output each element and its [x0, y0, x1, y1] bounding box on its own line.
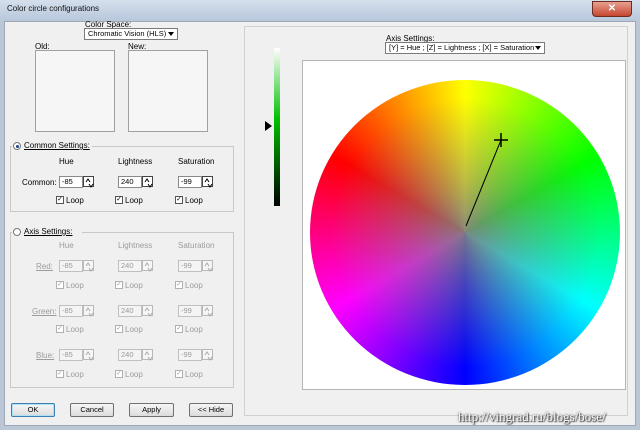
common-header-lightness: Lightness — [118, 157, 153, 166]
window-title: Color circle configurations — [7, 4, 100, 13]
loop-label: Loop — [66, 196, 84, 205]
wheel-cursor-overlay — [465, 133, 508, 227]
axis-blue-lightness-input[interactable]: 240 — [118, 349, 142, 361]
axis-red-lightness-input[interactable]: 240 — [118, 260, 142, 272]
close-button[interactable]: ✕ — [592, 1, 632, 17]
common-hue-loop-checkbox[interactable]: ✓ — [56, 196, 64, 204]
color-space-value: Chromatic Vision (HLS) — [88, 29, 167, 38]
loop-label: Loop — [125, 325, 143, 334]
spin-stepper-icon[interactable] — [202, 305, 213, 317]
spin-stepper-icon[interactable] — [142, 260, 153, 272]
wheel-axis-value: [Y] = Hue ; [Z] = Lightness ; [X] = Satu… — [389, 43, 535, 52]
loop-label: Loop — [185, 196, 203, 205]
axis-green-lightness-loop-checkbox[interactable]: ✓ — [115, 325, 123, 333]
lightness-gradient-bar[interactable] — [274, 48, 280, 206]
loop-label: Loop — [185, 281, 203, 290]
axis-settings-label[interactable]: Axis Settings: — [24, 227, 72, 236]
loop-label: Loop — [185, 325, 203, 334]
loop-label: Loop — [66, 325, 84, 334]
loop-label: Loop — [125, 281, 143, 290]
axis-red-hue-loop-checkbox[interactable]: ✓ — [56, 281, 64, 289]
axis-green-hue-loop-checkbox[interactable]: ✓ — [56, 325, 64, 333]
axis-red-hue-input[interactable]: -85 — [59, 260, 83, 272]
spin-stepper-icon[interactable] — [83, 176, 94, 188]
common-settings-radio[interactable] — [13, 142, 21, 150]
chevron-down-icon — [535, 46, 541, 50]
axis-blue-saturation-input[interactable]: -99 — [178, 349, 202, 361]
common-hue-input[interactable]: -85 — [59, 176, 83, 188]
axis-red-saturation-input[interactable]: -99 — [178, 260, 202, 272]
loop-label: Loop — [125, 370, 143, 379]
axis-blue-label: Blue: — [36, 351, 55, 360]
color-space-select[interactable]: Chromatic Vision (HLS) — [84, 28, 178, 40]
common-row-label: Common: — [22, 178, 57, 187]
spin-stepper-icon[interactable] — [202, 349, 213, 361]
old-color-swatch — [35, 50, 115, 132]
spin-stepper-icon[interactable] — [83, 260, 94, 272]
spin-stepper-icon[interactable] — [142, 305, 153, 317]
axis-blue-hue-input[interactable]: -85 — [59, 349, 83, 361]
axis-red-label: Red: — [36, 262, 53, 271]
wheel-axis-select[interactable]: [Y] = Hue ; [Z] = Lightness ; [X] = Satu… — [385, 42, 545, 54]
common-header-saturation: Saturation — [178, 157, 215, 166]
common-lightness-loop-checkbox[interactable]: ✓ — [115, 196, 123, 204]
loop-label: Loop — [66, 370, 84, 379]
common-header-hue: Hue — [59, 157, 74, 166]
cancel-button[interactable]: Cancel — [70, 403, 114, 417]
common-saturation-input[interactable]: -99 — [178, 176, 202, 188]
axis-green-saturation-input[interactable]: -99 — [178, 305, 202, 317]
title-bar: Color circle configurations ✕ — [0, 0, 640, 20]
axis-green-hue-input[interactable]: -85 — [59, 305, 83, 317]
new-color-swatch — [128, 50, 208, 132]
crosshair-icon[interactable] — [494, 133, 508, 147]
selection-vector-line — [465, 139, 502, 227]
apply-button[interactable]: Apply — [129, 403, 174, 417]
loop-label: Loop — [185, 370, 203, 379]
axis-settings-radio[interactable] — [13, 228, 21, 236]
axis-header-saturation: Saturation — [178, 241, 215, 250]
watermark-text: http://vingrad.ru/blogs/bose/ — [458, 409, 606, 424]
axis-blue-saturation-loop-checkbox[interactable]: ✓ — [175, 370, 183, 378]
ok-button[interactable]: OK — [11, 403, 55, 417]
axis-red-saturation-loop-checkbox[interactable]: ✓ — [175, 281, 183, 289]
axis-blue-lightness-loop-checkbox[interactable]: ✓ — [115, 370, 123, 378]
spin-stepper-icon[interactable] — [202, 260, 213, 272]
axis-green-lightness-input[interactable]: 240 — [118, 305, 142, 317]
axis-green-label: Green: — [32, 307, 57, 316]
common-lightness-input[interactable]: 240 — [118, 176, 142, 188]
spin-stepper-icon[interactable] — [142, 349, 153, 361]
common-saturation-loop-checkbox[interactable]: ✓ — [175, 196, 183, 204]
spin-stepper-icon[interactable] — [83, 349, 94, 361]
lightness-slider-arrow-icon[interactable] — [265, 121, 272, 131]
spin-stepper-icon[interactable] — [142, 176, 153, 188]
hide-button[interactable]: << Hide — [189, 403, 233, 417]
spin-stepper-icon[interactable] — [83, 305, 94, 317]
loop-label: Loop — [125, 196, 143, 205]
spin-stepper-icon[interactable] — [202, 176, 213, 188]
loop-label: Loop — [66, 281, 84, 290]
chevron-down-icon — [168, 32, 174, 36]
axis-red-lightness-loop-checkbox[interactable]: ✓ — [115, 281, 123, 289]
common-settings-label[interactable]: Common Settings: — [24, 141, 90, 150]
axis-green-saturation-loop-checkbox[interactable]: ✓ — [175, 325, 183, 333]
axis-header-lightness: Lightness — [118, 241, 153, 250]
axis-blue-hue-loop-checkbox[interactable]: ✓ — [56, 370, 64, 378]
axis-header-hue: Hue — [59, 241, 74, 250]
